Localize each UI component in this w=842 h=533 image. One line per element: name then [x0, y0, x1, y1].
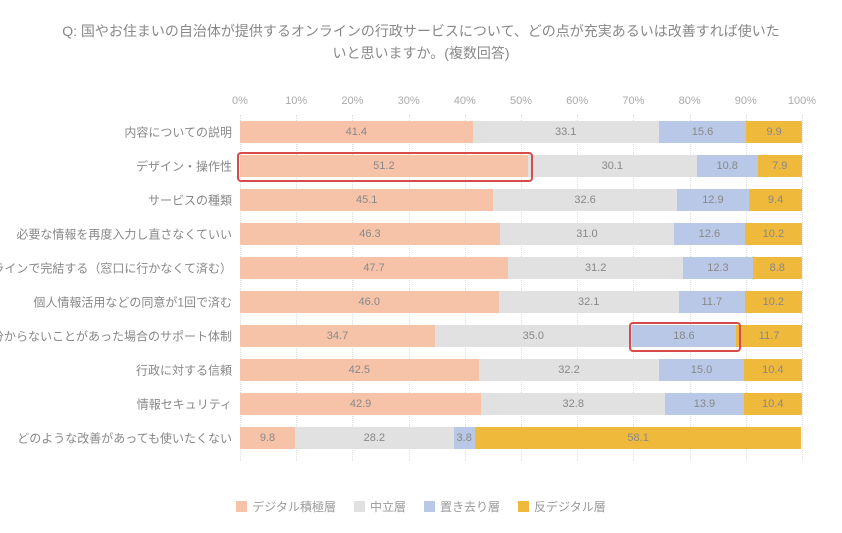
- bar-segment: 32.1: [499, 291, 679, 313]
- legend-item: 反デジタル層: [518, 498, 606, 515]
- bar-row: 45.132.612.99.4: [240, 189, 802, 211]
- x-tick: 30%: [398, 95, 420, 107]
- bar-segment: 12.9: [677, 189, 749, 211]
- bar-segment: 58.1: [475, 427, 802, 449]
- bar-segment: 35.0: [435, 325, 632, 347]
- y-category-label: 内容についての説明: [124, 124, 232, 141]
- bar-segment: 12.6: [674, 223, 745, 245]
- bar-segment: 28.2: [295, 427, 453, 449]
- legend: デジタル積極層 中立層 置き去り層 反デジタル層: [0, 498, 842, 515]
- legend-label: 置き去り層: [440, 498, 500, 515]
- legend-swatch: [354, 501, 365, 512]
- bar-segment: 15.6: [659, 121, 747, 143]
- bar-segment: 51.2: [240, 155, 528, 177]
- legend-swatch: [236, 501, 247, 512]
- y-category-label: サービスの種類: [148, 192, 232, 209]
- x-tick: 50%: [510, 95, 532, 107]
- bar-segment: 32.2: [479, 359, 660, 381]
- y-category-label: 個人情報活用などの同意が1回で済む: [33, 294, 232, 311]
- gridline: [802, 115, 803, 461]
- bar-row: 46.331.012.610.2: [240, 223, 802, 245]
- bar-segment: 47.7: [240, 257, 508, 279]
- bar-segment: 41.4: [240, 121, 473, 143]
- chart-title: Q: 国やお住まいの自治体が提供するオンラインの行政サービスについて、どの点が充…: [0, 0, 842, 65]
- bar-row: 51.230.110.87.9: [240, 155, 802, 177]
- bar-segment: 46.0: [240, 291, 499, 313]
- bar-row: 42.932.813.910.4: [240, 393, 802, 415]
- bar-segment: 10.2: [745, 223, 802, 245]
- legend-item: 中立層: [354, 498, 406, 515]
- bar-segment: 9.8: [240, 427, 295, 449]
- bar-segment: 12.3: [683, 257, 752, 279]
- bar-segment: 34.7: [240, 325, 435, 347]
- x-tick: 70%: [622, 95, 644, 107]
- bar-segment: 8.8: [753, 257, 802, 279]
- x-tick: 60%: [566, 95, 588, 107]
- y-category-label: オンラインで完結する（窓口に行かなくて済む）: [0, 260, 232, 277]
- x-tick: 100%: [788, 95, 816, 107]
- legend-swatch: [424, 501, 435, 512]
- bar-segment: 7.9: [758, 155, 802, 177]
- legend-item: デジタル積極層: [236, 498, 336, 515]
- legend-swatch: [518, 501, 529, 512]
- y-category-label: 分からないことがあった場合のサポート体制: [0, 328, 232, 345]
- x-tick: 10%: [285, 95, 307, 107]
- bar-row: 9.828.23.858.1: [240, 427, 802, 449]
- x-tick: 40%: [454, 95, 476, 107]
- bar-segment: 30.1: [528, 155, 697, 177]
- legend-item: 置き去り層: [424, 498, 500, 515]
- y-category-label: 必要な情報を再度入力し直さなくていい: [16, 226, 232, 243]
- legend-label: デジタル積極層: [252, 498, 336, 515]
- bar-segment: 18.6: [632, 325, 737, 347]
- bar-segment: 31.2: [508, 257, 683, 279]
- bar-segment: 31.0: [500, 223, 674, 245]
- bar-segment: 46.3: [240, 223, 500, 245]
- bar-segment: 42.9: [240, 393, 481, 415]
- bar-segment: 9.9: [746, 121, 802, 143]
- bar-row: 46.032.111.710.2: [240, 291, 802, 313]
- y-category-label: どのような改善があっても使いたくない: [17, 430, 232, 447]
- y-category-label: 情報セキュリティ: [137, 396, 232, 413]
- bar-row: 47.731.212.38.8: [240, 257, 802, 279]
- chart-area: 内容についての説明デザイン・操作性サービスの種類必要な情報を再度入力し直さなくて…: [0, 95, 842, 473]
- legend-label: 中立層: [370, 498, 406, 515]
- y-category-label: 行政に対する信頼: [136, 362, 232, 379]
- bar-segment: 13.9: [665, 393, 743, 415]
- bar-segment: 10.4: [744, 359, 802, 381]
- bar-segment: 10.4: [744, 393, 802, 415]
- bar-segment: 45.1: [240, 189, 493, 211]
- bar-segment: 33.1: [473, 121, 659, 143]
- bar-segment: 11.7: [736, 325, 802, 347]
- bar-row: 41.433.115.69.9: [240, 121, 802, 143]
- y-category-label: デザイン・操作性: [136, 158, 232, 175]
- bar-segment: 11.7: [679, 291, 745, 313]
- bar-segment: 10.2: [745, 291, 802, 313]
- bar-segment: 9.4: [749, 189, 802, 211]
- legend-label: 反デジタル層: [534, 498, 606, 515]
- bar-segment: 42.5: [240, 359, 479, 381]
- x-tick: 0%: [232, 95, 248, 107]
- x-tick: 80%: [679, 95, 701, 107]
- bar-segment: 32.8: [481, 393, 665, 415]
- bar-segment: 10.8: [697, 155, 758, 177]
- bar-segment: 15.0: [659, 359, 743, 381]
- bar-segment: 32.6: [493, 189, 676, 211]
- x-tick: 90%: [735, 95, 757, 107]
- x-tick: 20%: [341, 95, 363, 107]
- bar-row: 42.532.215.010.4: [240, 359, 802, 381]
- bar-segment: 3.8: [454, 427, 475, 449]
- bar-row: 34.735.018.611.7: [240, 325, 802, 347]
